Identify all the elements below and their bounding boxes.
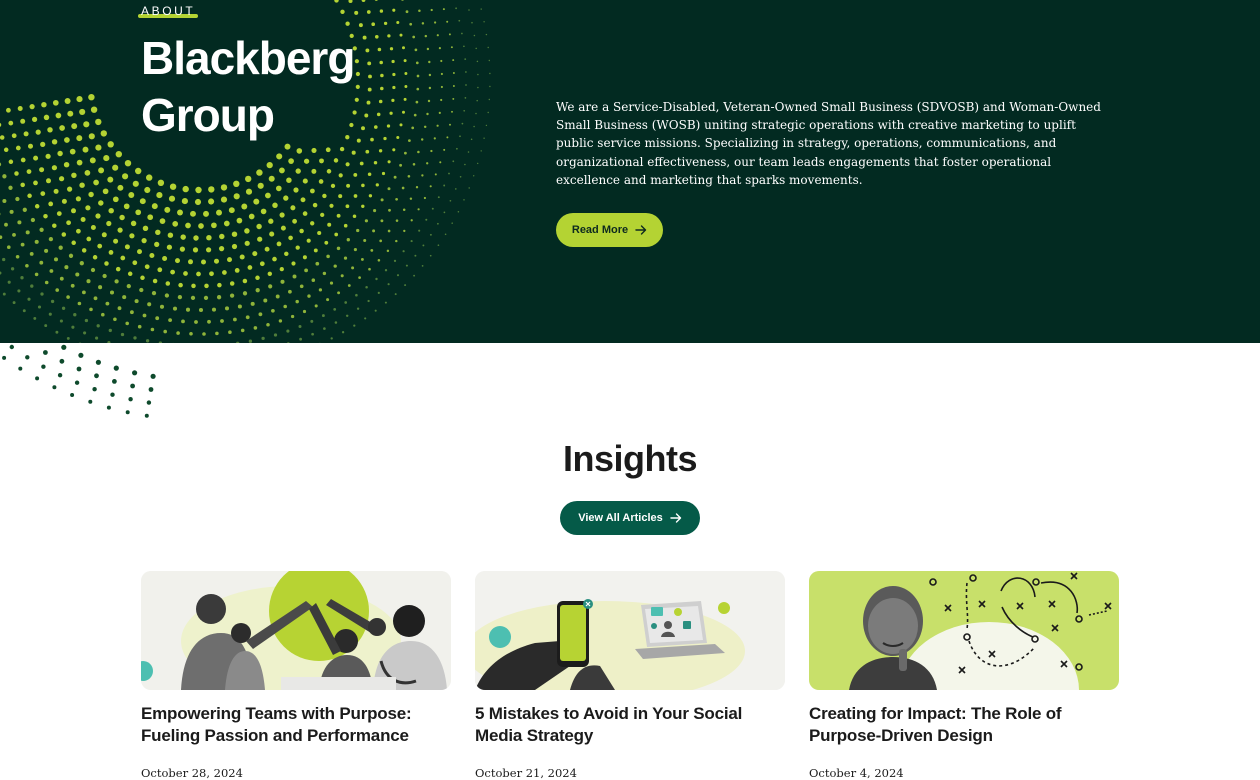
article-date: October 21, 2024 (475, 766, 577, 780)
article-title[interactable]: Creating for Impact: The Role of Purpose… (809, 703, 1119, 747)
article-image-design-strategy[interactable] (809, 571, 1119, 690)
article-title[interactable]: 5 Mistakes to Avoid in Your Social Media… (475, 703, 785, 747)
read-more-label: Read More (571, 224, 629, 236)
article-card[interactable]: 5 Mistakes to Avoid in Your Social Media… (475, 571, 785, 780)
dot-pattern-overflow-graphic (2, 344, 156, 418)
read-more-button[interactable]: Read More (556, 213, 663, 247)
article-card[interactable]: Empowering Teams with Purpose: Fueling P… (141, 571, 451, 780)
article-image-team-high-five[interactable] (141, 571, 451, 690)
about-description: We are a Service-Disabled, Veteran-Owned… (556, 100, 1101, 187)
view-all-label: View All Articles (578, 512, 663, 524)
article-date: October 28, 2024 (141, 766, 243, 780)
arrow-right-icon (670, 513, 681, 523)
page-title: Blackberg Group (141, 32, 355, 141)
article-title[interactable]: Empowering Teams with Purpose: Fueling P… (141, 703, 451, 747)
section-eyebrow: ABOUT (141, 4, 196, 18)
arrow-right-icon (635, 225, 647, 235)
about-section: ABOUT Blackberg Group We are a Service-D… (0, 0, 1260, 343)
insights-heading: Insights (562, 438, 698, 479)
article-card[interactable]: Creating for Impact: The Role of Purpose… (809, 571, 1119, 780)
article-image-social-media[interactable] (475, 571, 785, 690)
view-all-articles-button[interactable]: View All Articles (560, 501, 700, 535)
article-date: October 4, 2024 (809, 766, 904, 780)
